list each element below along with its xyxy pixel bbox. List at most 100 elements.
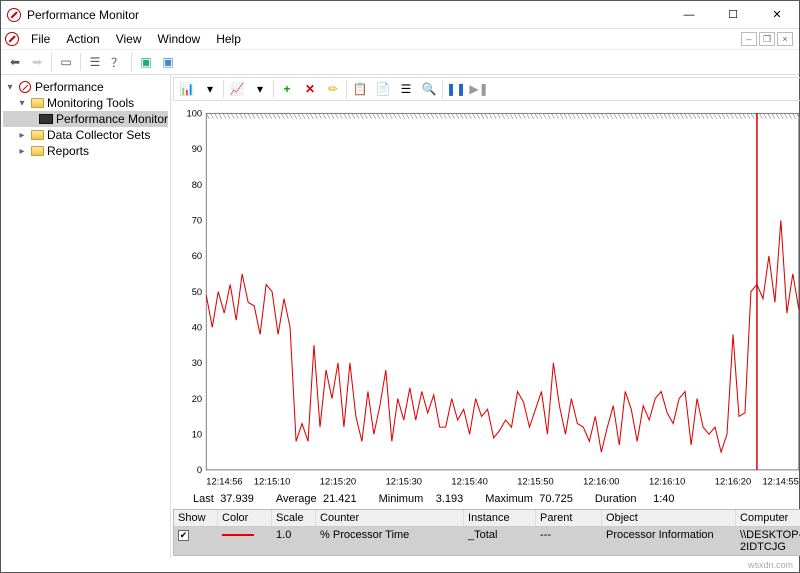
last-value: 37.939: [220, 493, 270, 505]
tree-node-performance-monitor[interactable]: Performance Monitor: [3, 111, 168, 127]
tree-node-data-collector-sets[interactable]: ▸ Data Collector Sets: [3, 127, 168, 143]
show-hide-button[interactable]: ▭: [56, 52, 76, 72]
counter-row[interactable]: ✔ 1.0 % Processor Time _Total --- Proces…: [174, 527, 800, 555]
menu-bar: File Action View Window Help – ❐ ×: [1, 29, 799, 49]
tree-label: Performance: [35, 80, 104, 94]
chart-area[interactable]: 010203040506070809010012:14:5612:15:1012…: [173, 103, 800, 489]
window-title: Performance Monitor: [27, 8, 139, 22]
col-color[interactable]: Color: [218, 510, 272, 526]
svg-text:50: 50: [192, 287, 202, 298]
folder-icon: [31, 98, 44, 108]
tree-node-monitoring-tools[interactable]: ▾ Monitoring Tools: [3, 95, 168, 111]
navigation-tree: ▾ Performance ▾ Monitoring Tools Perform…: [1, 75, 171, 558]
menu-action[interactable]: Action: [58, 30, 107, 48]
svg-text:20: 20: [192, 394, 202, 405]
forward-button[interactable]: ➡: [27, 52, 47, 72]
svg-text:12:15:50: 12:15:50: [517, 477, 553, 488]
average-value: 21.421: [323, 493, 373, 505]
collapse-icon[interactable]: ▾: [5, 82, 15, 93]
properties-button[interactable]: ☰: [85, 52, 105, 72]
col-object[interactable]: Object: [602, 510, 736, 526]
color-swatch: [222, 534, 254, 536]
parent-value: ---: [536, 527, 602, 555]
col-parent[interactable]: Parent: [536, 510, 602, 526]
svg-text:40: 40: [192, 322, 202, 333]
refresh-button[interactable]: ？: [107, 52, 127, 72]
svg-text:12:14:55: 12:14:55: [763, 477, 799, 488]
app-icon: [7, 8, 21, 22]
expand-icon[interactable]: ▸: [17, 130, 27, 141]
show-checkbox[interactable]: ✔: [178, 530, 189, 541]
col-show[interactable]: Show: [174, 510, 218, 526]
svg-text:70: 70: [192, 215, 202, 226]
mdi-controls: – ❐ ×: [741, 32, 799, 46]
maximize-button[interactable]: ☐: [711, 1, 755, 29]
display-dropdown[interactable]: ▾: [249, 79, 271, 99]
folder-icon: [31, 130, 44, 140]
mdi-close-button[interactable]: ×: [777, 32, 793, 46]
col-instance[interactable]: Instance: [464, 510, 536, 526]
performance-icon: [19, 81, 31, 93]
last-label: Last: [193, 493, 214, 505]
mdi-minimize-button[interactable]: –: [741, 32, 757, 46]
properties-button[interactable]: ☰: [395, 79, 417, 99]
counter-grid-header: Show Color Scale Counter Instance Parent…: [174, 510, 800, 527]
delete-counter-button[interactable]: ✕: [299, 79, 321, 99]
duration-value: 1:40: [643, 493, 679, 505]
svg-text:100: 100: [187, 108, 203, 119]
average-label: Average: [276, 493, 317, 505]
svg-text:12:15:40: 12:15:40: [451, 477, 487, 488]
tree-label: Data Collector Sets: [47, 128, 150, 142]
expand-icon[interactable]: ▸: [17, 146, 27, 157]
menu-window[interactable]: Window: [150, 30, 209, 48]
view-dropdown[interactable]: ▾: [199, 79, 221, 99]
col-computer[interactable]: Computer: [736, 510, 800, 526]
svg-text:12:16:20: 12:16:20: [715, 477, 751, 488]
collapse-icon[interactable]: ▾: [17, 98, 27, 109]
svg-text:12:15:10: 12:15:10: [254, 477, 290, 488]
tree-label: Reports: [47, 144, 89, 158]
maximum-value: 70.725: [539, 493, 589, 505]
maximum-label: Maximum: [485, 493, 533, 505]
back-button[interactable]: ⬅: [5, 52, 25, 72]
window-button[interactable]: ▣: [158, 52, 178, 72]
copy-button[interactable]: 📋: [349, 79, 371, 99]
menu-file[interactable]: File: [23, 30, 58, 48]
paste-button[interactable]: 📄: [372, 79, 394, 99]
svg-text:80: 80: [192, 180, 202, 191]
chart-toolbar: 📊 ▾ 📈 ▾ + ✕ ✏ 📋 📄 ☰ 🔍 ❚❚ ▶❚: [173, 77, 800, 101]
minimize-button[interactable]: —: [667, 1, 711, 29]
counter-name: % Processor Time: [316, 527, 464, 555]
window-controls: — ☐ ✕: [667, 1, 799, 29]
tree-node-performance[interactable]: ▾ Performance: [3, 79, 168, 95]
highlight-button[interactable]: ✏: [322, 79, 344, 99]
update-button[interactable]: ▶❚: [468, 79, 490, 99]
add-counter-button[interactable]: +: [276, 79, 298, 99]
mdi-restore-button[interactable]: ❐: [759, 32, 775, 46]
freeze-button[interactable]: ❚❚: [445, 79, 467, 99]
svg-text:12:15:30: 12:15:30: [386, 477, 422, 488]
view-current-button[interactable]: 📊: [176, 79, 198, 99]
zoom-button[interactable]: 🔍: [418, 79, 440, 99]
menu-view[interactable]: View: [108, 30, 150, 48]
close-button[interactable]: ✕: [755, 1, 799, 29]
svg-text:0: 0: [197, 465, 202, 476]
duration-label: Duration: [595, 493, 637, 505]
col-counter[interactable]: Counter: [316, 510, 464, 526]
display-type-button[interactable]: 📈: [226, 79, 248, 99]
chart-pane: 📊 ▾ 📈 ▾ + ✕ ✏ 📋 📄 ☰ 🔍 ❚❚ ▶❚ 010203040506…: [171, 75, 800, 558]
svg-text:90: 90: [192, 144, 202, 155]
stats-row: Last 37.939 Average 21.421 Minimum 3.193…: [173, 489, 800, 509]
col-scale[interactable]: Scale: [272, 510, 316, 526]
svg-text:12:16:00: 12:16:00: [583, 477, 619, 488]
menu-help[interactable]: Help: [208, 30, 249, 48]
svg-text:12:16:10: 12:16:10: [649, 477, 685, 488]
chart-svg: 010203040506070809010012:14:5612:15:1012…: [173, 107, 800, 489]
folder-button[interactable]: ▣: [136, 52, 156, 72]
tree-node-reports[interactable]: ▸ Reports: [3, 143, 168, 159]
svg-text:30: 30: [192, 358, 202, 369]
object-value: Processor Information: [602, 527, 736, 555]
computer-value: \\DESKTOP-2IDTCJG: [736, 527, 800, 555]
main-toolbar: ⬅ ➡ ▭ ☰ ？ ▣ ▣: [1, 49, 799, 75]
app-menu-icon: [5, 32, 19, 46]
